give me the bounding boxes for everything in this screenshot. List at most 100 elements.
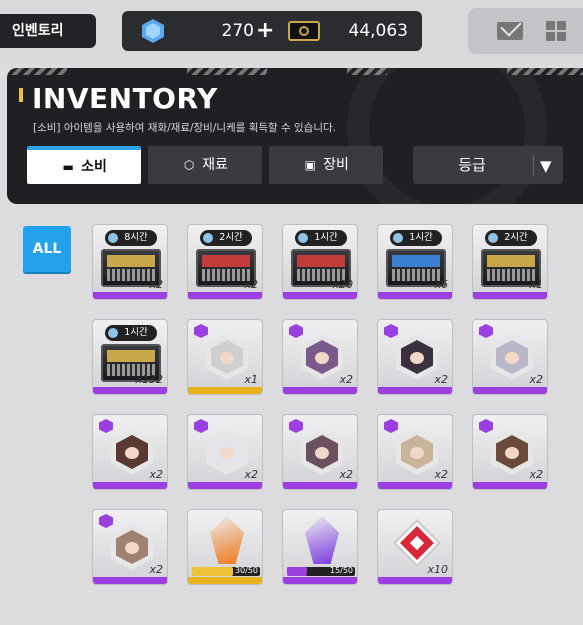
- inventory-item[interactable]: x2: [282, 319, 358, 395]
- equipment-icon: ▣: [304, 158, 316, 172]
- item-quantity: x2: [529, 468, 543, 481]
- credit-count: 44,063: [348, 21, 408, 41]
- character-portrait-icon: [111, 429, 153, 475]
- progress-fill: [287, 567, 308, 576]
- rarity-stripe: [188, 577, 262, 584]
- rarity-stripe: [473, 387, 547, 394]
- item-quantity: x2: [434, 468, 448, 481]
- inventory-item[interactable]: x2: [377, 319, 453, 395]
- inventory-item[interactable]: x2: [472, 414, 548, 490]
- tab-consumable[interactable]: ▬ 소비: [27, 146, 141, 184]
- inventory-item[interactable]: x1: [187, 319, 263, 395]
- inventory-item[interactable]: x2: [92, 509, 168, 585]
- tab-label: 재료: [202, 157, 228, 173]
- currency-bar: 270 + 44,063: [122, 11, 422, 51]
- filter-all-button[interactable]: ALL: [23, 226, 71, 272]
- rarity-stripe: [283, 387, 357, 394]
- rarity-stripe: [473, 482, 547, 489]
- red-box-icon: [395, 521, 439, 565]
- inventory-panel: INVENTORY [소비] 아이템을 사용하여 재화/재료/장비/니케를 획득…: [7, 68, 583, 204]
- class-badge-icon: [194, 419, 208, 433]
- character-portrait-icon: [491, 429, 533, 475]
- inventory-item[interactable]: 2시간 x2: [187, 224, 263, 300]
- timer-label: 2시간: [485, 230, 537, 246]
- page-title: INVENTORY: [32, 82, 218, 115]
- timer-label: 2시간: [200, 230, 252, 246]
- progress-text: 15/50: [329, 566, 353, 575]
- character-portrait-icon: [206, 429, 248, 475]
- class-badge-icon: [99, 419, 113, 433]
- item-quantity: x20: [332, 278, 353, 291]
- rarity-stripe: [378, 292, 452, 299]
- item-quantity: x2: [339, 373, 353, 386]
- item-quantity: x2: [149, 563, 163, 576]
- timer-label: 8시간: [105, 230, 157, 246]
- rarity-stripe: [188, 387, 262, 394]
- item-quantity: x10: [427, 563, 448, 576]
- rarity-stripe: [283, 292, 357, 299]
- rarity-stripe: [93, 577, 167, 584]
- character-portrait-icon: [206, 334, 248, 380]
- crystal-icon: [305, 516, 339, 564]
- inventory-item[interactable]: x2: [187, 414, 263, 490]
- item-quantity: x2: [244, 468, 258, 481]
- item-quantity: x2: [339, 468, 353, 481]
- buy-gems-button[interactable]: +: [256, 11, 274, 51]
- character-portrait-icon: [301, 334, 343, 380]
- credit-icon: [288, 21, 320, 41]
- item-quantity: x2: [149, 468, 163, 481]
- divider: [533, 154, 534, 176]
- menu-grid-icon[interactable]: [546, 21, 566, 41]
- character-portrait-icon: [111, 524, 153, 570]
- inventory-item[interactable]: 1시간 x6: [377, 224, 453, 300]
- tab-material[interactable]: ⬡ 재료: [148, 146, 262, 184]
- hatch-deco: [187, 68, 267, 75]
- class-badge-icon: [289, 324, 303, 338]
- inventory-item[interactable]: x2: [282, 414, 358, 490]
- rarity-stripe: [283, 577, 357, 584]
- inventory-item[interactable]: x2: [377, 414, 453, 490]
- inventory-item[interactable]: 8시간 x2: [92, 224, 168, 300]
- tab-equipment[interactable]: ▣ 장비: [269, 146, 383, 184]
- page-description: [소비] 아이템을 사용하여 재화/재료/장비/니케를 획득할 수 있습니다.: [33, 122, 336, 134]
- top-bar: 인벤토리 270 + 44,063: [0, 0, 583, 64]
- corner-buttons: [468, 8, 583, 54]
- inventory-item[interactable]: x2: [92, 414, 168, 490]
- gem-icon: [142, 19, 164, 43]
- progress-gauge: 15/50: [287, 566, 355, 576]
- mail-icon[interactable]: [497, 22, 523, 40]
- class-badge-icon: [384, 324, 398, 338]
- inventory-item[interactable]: 15/50: [282, 509, 358, 585]
- consumable-icon: ▬: [62, 160, 74, 174]
- item-quantity: x6: [434, 278, 448, 291]
- timer-label: 1시간: [105, 325, 157, 341]
- rarity-stripe: [378, 387, 452, 394]
- inventory-item[interactable]: 1시간 x132: [92, 319, 168, 395]
- class-badge-icon: [479, 419, 493, 433]
- inventory-item[interactable]: 2시간 x1: [472, 224, 548, 300]
- tab-label: 장비: [323, 157, 349, 173]
- title-accent: [19, 88, 23, 102]
- item-quantity: x2: [529, 373, 543, 386]
- inventory-item[interactable]: x2: [472, 319, 548, 395]
- sort-dropdown[interactable]: 등급 ▼: [413, 146, 563, 184]
- item-quantity: x2: [434, 373, 448, 386]
- hatch-deco: [7, 68, 67, 75]
- rarity-stripe: [378, 482, 452, 489]
- inventory-item[interactable]: 30/50: [187, 509, 263, 585]
- inventory-item[interactable]: 1시간 x20: [282, 224, 358, 300]
- timer-label: 1시간: [295, 230, 347, 246]
- rarity-stripe: [93, 292, 167, 299]
- rarity-stripe: [378, 577, 452, 584]
- inventory-item[interactable]: x10: [377, 509, 453, 585]
- character-portrait-icon: [301, 429, 343, 475]
- chevron-down-icon: ▼: [540, 157, 552, 175]
- item-quantity: x1: [244, 373, 258, 386]
- character-portrait-icon: [396, 429, 438, 475]
- progress-fill: [192, 567, 233, 576]
- gem-count: 270: [221, 21, 254, 41]
- rarity-stripe: [473, 292, 547, 299]
- item-quantity: x132: [135, 373, 163, 386]
- crystal-icon: [210, 516, 244, 564]
- sort-label: 등급: [458, 156, 486, 174]
